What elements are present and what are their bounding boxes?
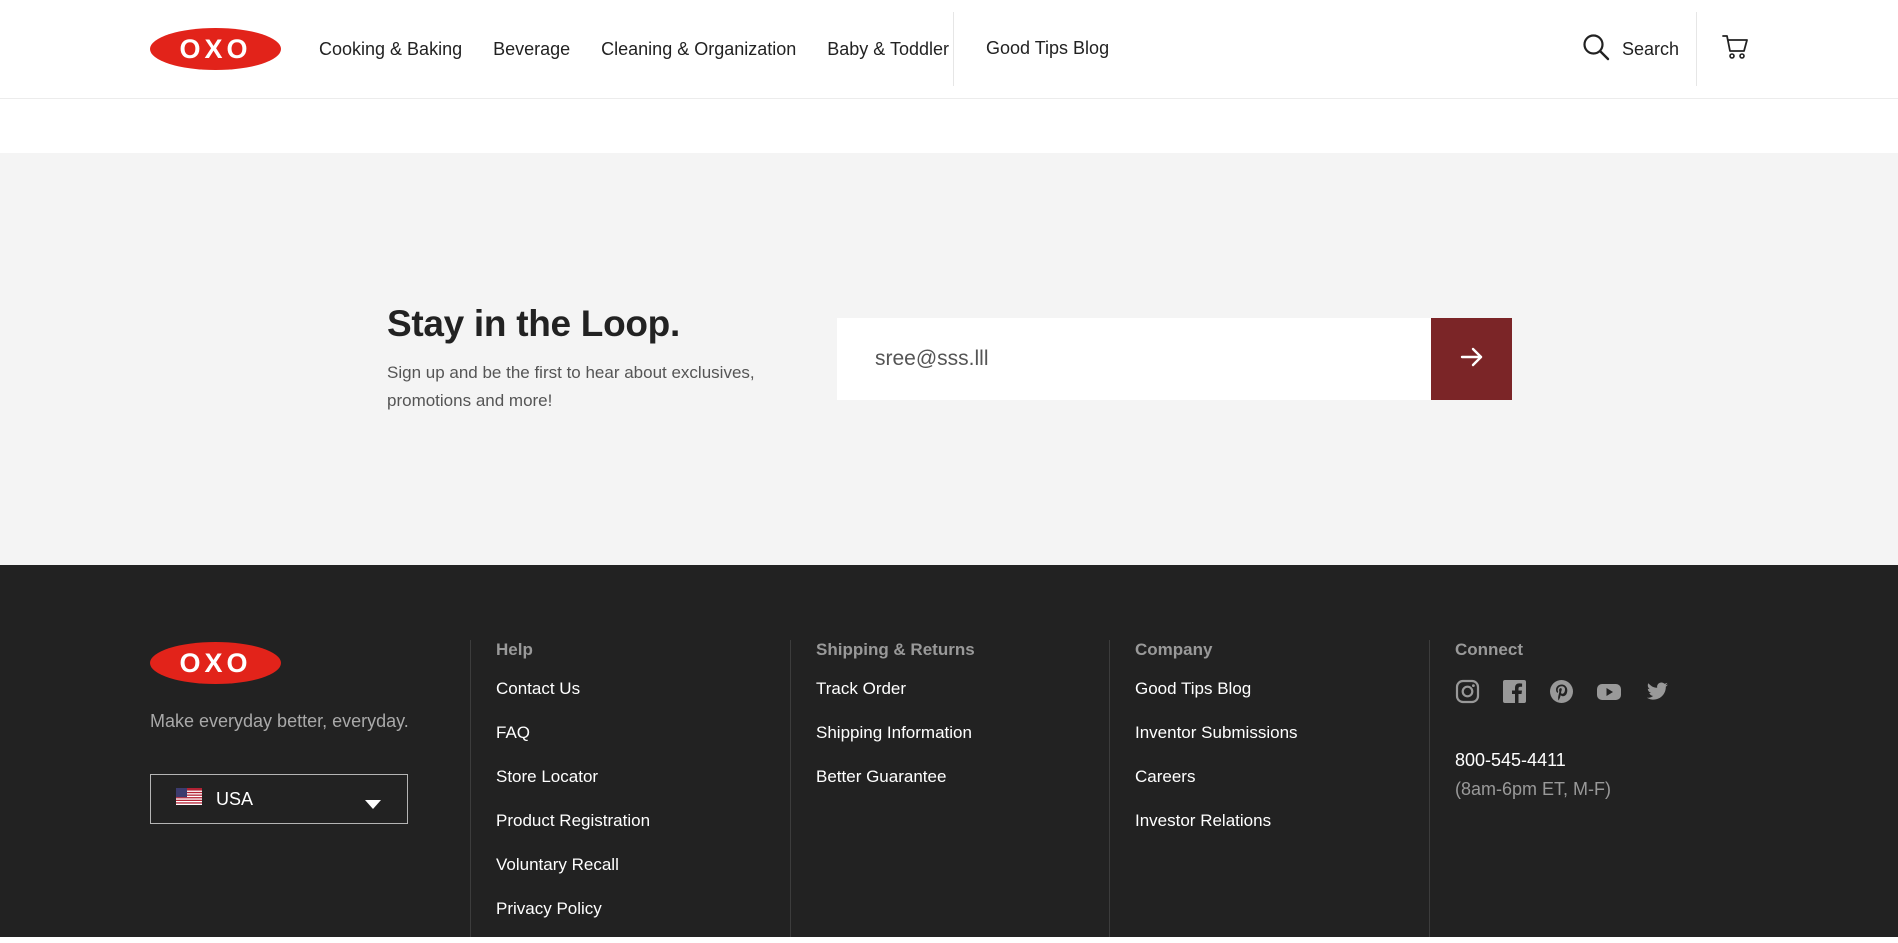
footer-tagline: Make everyday better, everyday. [150, 711, 409, 731]
search-button[interactable]: Search [1582, 33, 1679, 66]
facebook-icon[interactable] [1502, 679, 1527, 704]
phone-number[interactable]: 800-545-4411 [1455, 750, 1691, 771]
pinterest-icon[interactable] [1549, 679, 1574, 704]
link-voluntary-recall[interactable]: Voluntary Recall [496, 855, 650, 899]
search-label: Search [1622, 39, 1680, 59]
footer-column-help: Help Contact Us FAQ Store Locator Produc… [496, 640, 650, 943]
svg-text:OXO: OXO [179, 648, 251, 678]
newsletter-title: Stay in the Loop. [387, 303, 680, 344]
site-footer: OXO Make everyday better, everyday. USA … [0, 565, 1898, 937]
column-divider [1109, 640, 1110, 937]
cart-icon[interactable] [1722, 34, 1749, 65]
link-inventor-submissions[interactable]: Inventor Submissions [1135, 723, 1298, 767]
nav-divider [953, 12, 954, 86]
column-divider [1429, 640, 1430, 937]
svg-text:OXO: OXO [179, 34, 251, 64]
site-header: OXO Cooking & Baking Beverage Cleaning &… [0, 0, 1898, 99]
footer-column-connect: Connect 800-545-4411 (8am-6pm ET, M-F) [1455, 640, 1691, 800]
link-shipping-information[interactable]: Shipping Information [816, 723, 975, 767]
link-track-order[interactable]: Track Order [816, 679, 975, 723]
link-faq[interactable]: FAQ [496, 723, 650, 767]
nav-good-tips-blog[interactable]: Good Tips Blog [986, 38, 1109, 59]
support-hours: (8am-6pm ET, M-F) [1455, 779, 1612, 799]
nav-beverage[interactable]: Beverage [493, 39, 570, 60]
footer-column-shipping: Shipping & Returns Track Order Shipping … [816, 640, 975, 811]
us-flag-icon [176, 788, 202, 810]
column-divider [470, 640, 471, 937]
column-heading: Shipping & Returns [816, 640, 975, 659]
link-contact-us[interactable]: Contact Us [496, 679, 650, 723]
column-heading: Connect [1455, 640, 1523, 659]
nav-cleaning-organization[interactable]: Cleaning & Organization [601, 39, 796, 60]
twitter-icon[interactable] [1644, 679, 1669, 704]
column-heading: Help [496, 640, 533, 659]
link-investor-relations[interactable]: Investor Relations [1135, 811, 1298, 855]
newsletter-section: Stay in the Loop. Sign up and be the fir… [0, 153, 1898, 565]
nav-baby-toddler[interactable]: Baby & Toddler [827, 39, 949, 60]
country-label: USA [216, 788, 254, 809]
email-field[interactable] [837, 318, 1431, 400]
column-heading: Company [1135, 640, 1213, 659]
link-store-locator[interactable]: Store Locator [496, 767, 650, 811]
link-better-guarantee[interactable]: Better Guarantee [816, 767, 975, 811]
oxo-logo[interactable]: OXO [150, 28, 281, 70]
instagram-icon[interactable] [1455, 679, 1480, 704]
nav-cooking-baking[interactable]: Cooking & Baking [319, 39, 462, 60]
oxo-footer-logo[interactable]: OXO [150, 642, 281, 684]
chevron-down-icon [365, 796, 381, 814]
youtube-icon[interactable] [1596, 679, 1622, 704]
newsletter-submit-button[interactable] [1431, 318, 1512, 400]
header-divider [1696, 12, 1697, 86]
search-icon [1582, 33, 1610, 66]
newsletter-subtitle: Sign up and be the first to hear about e… [387, 363, 755, 410]
social-links [1455, 679, 1691, 704]
column-divider [790, 640, 791, 937]
footer-column-company: Company Good Tips Blog Inventor Submissi… [1135, 640, 1298, 855]
link-good-tips-blog[interactable]: Good Tips Blog [1135, 679, 1298, 723]
link-privacy-policy[interactable]: Privacy Policy [496, 899, 650, 943]
link-careers[interactable]: Careers [1135, 767, 1298, 811]
arrow-right-icon [1460, 346, 1484, 373]
link-product-registration[interactable]: Product Registration [496, 811, 650, 855]
main-nav: Cooking & Baking Beverage Cleaning & Org… [319, 0, 980, 98]
country-selector[interactable]: USA [150, 774, 408, 824]
